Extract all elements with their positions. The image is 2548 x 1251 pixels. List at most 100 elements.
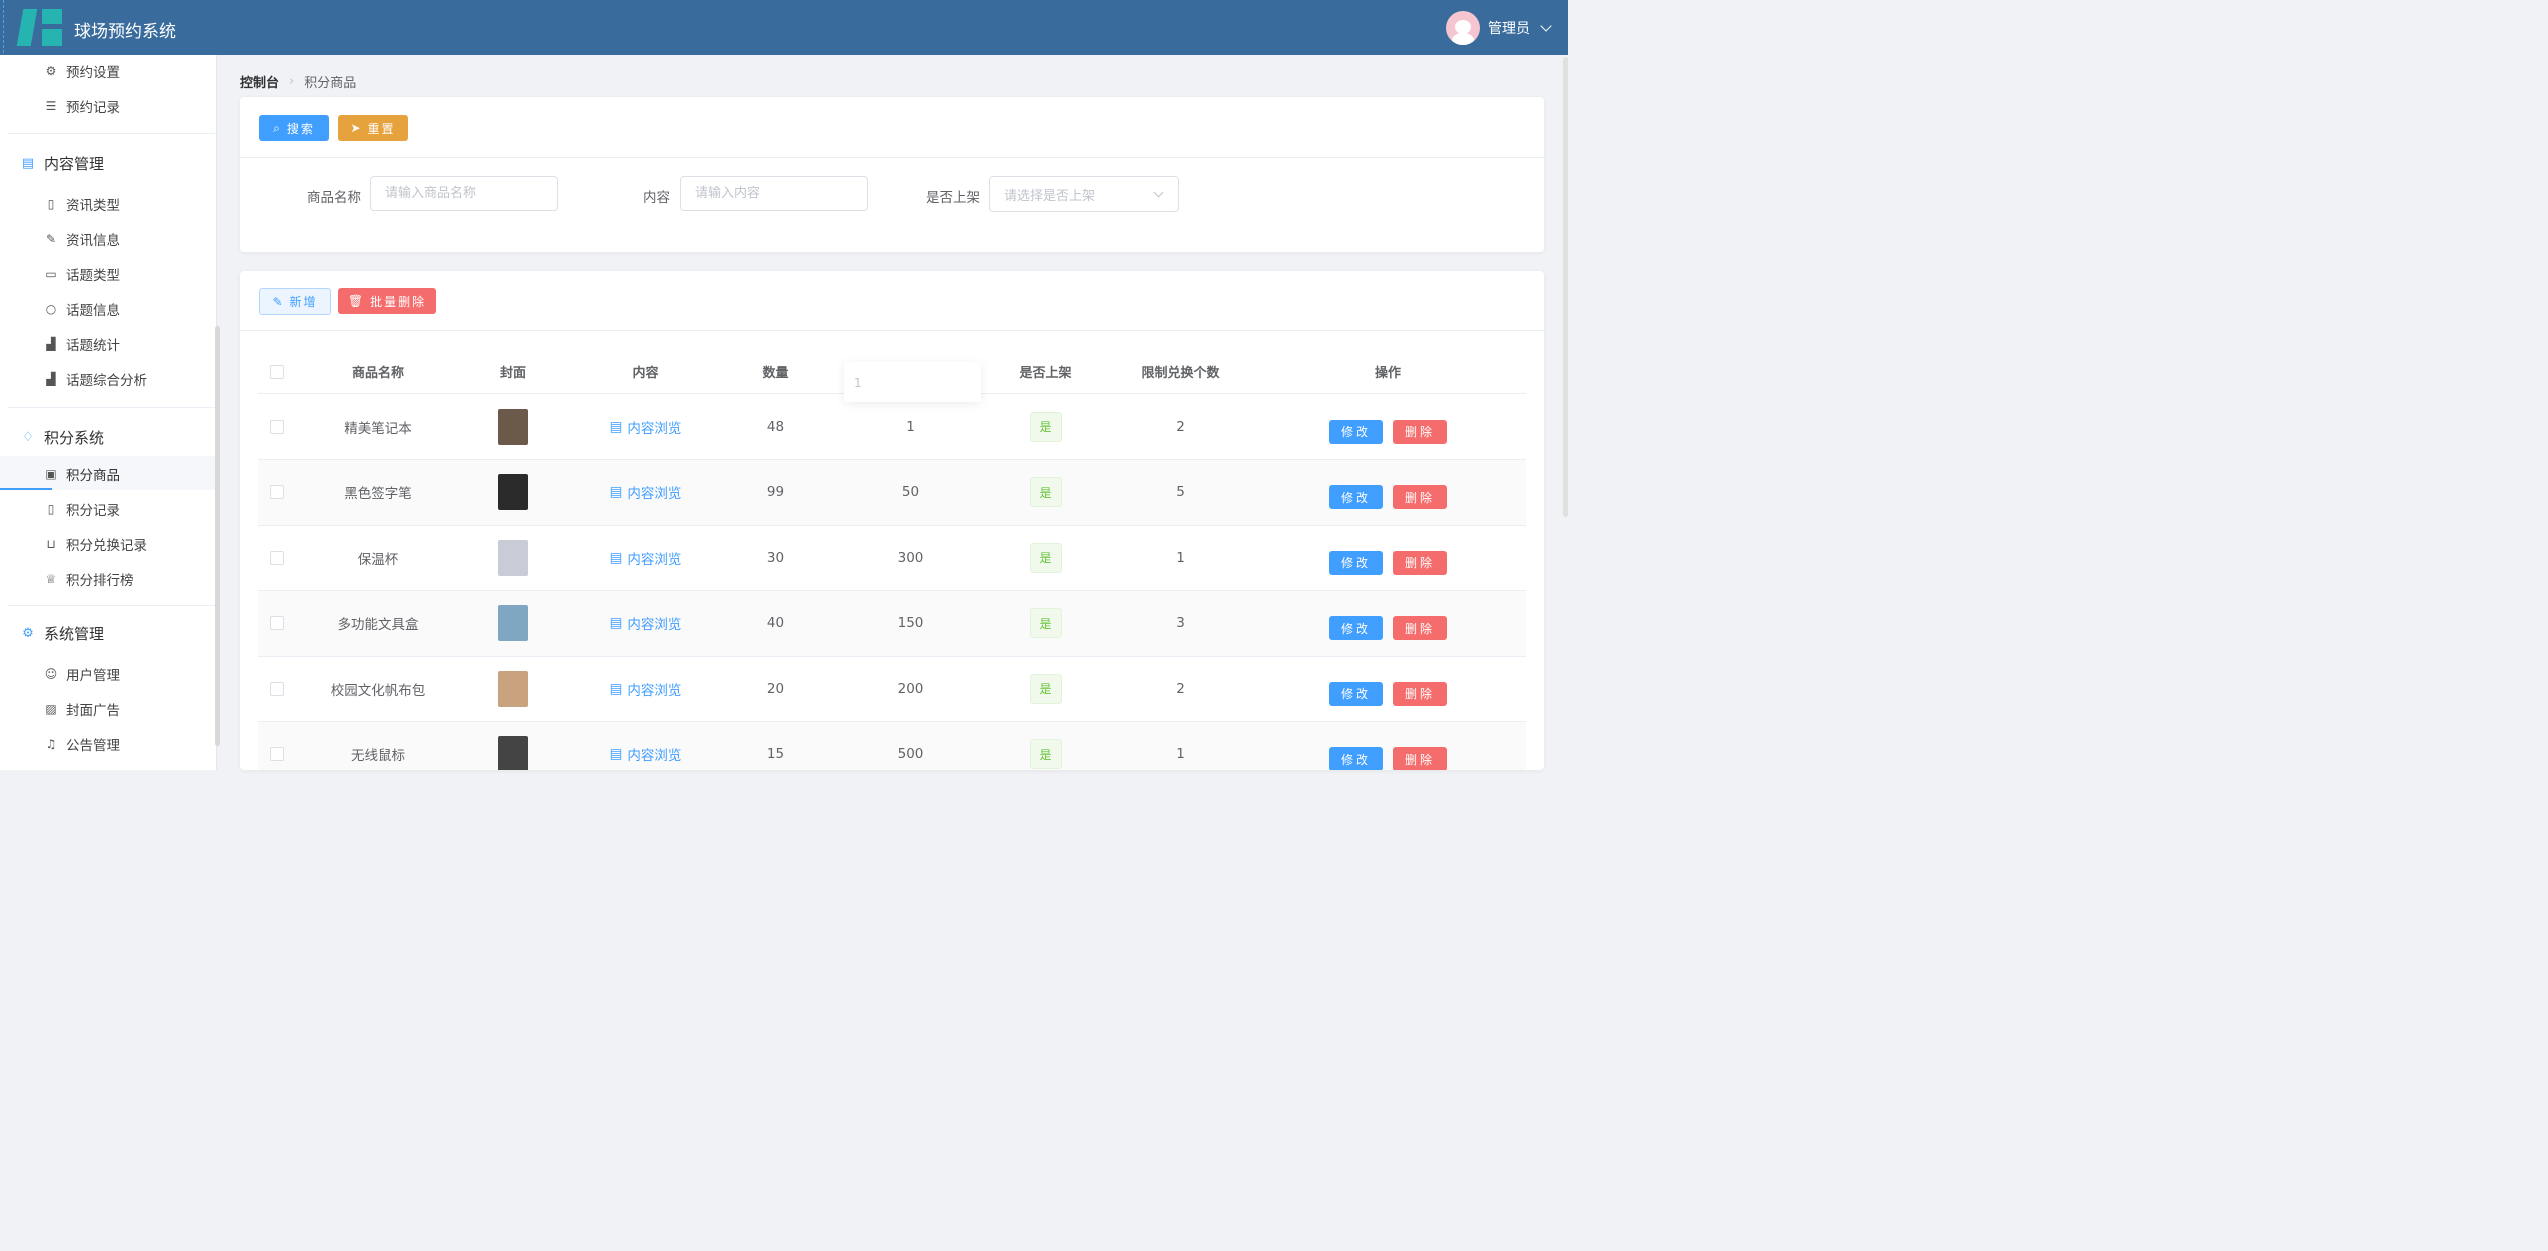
- edit-button[interactable]: 修改: [1329, 419, 1383, 444]
- onsale-cell: 是: [993, 591, 1098, 656]
- col-limit[interactable]: 限制兑换个数: [1113, 350, 1248, 393]
- content-view-link[interactable]: ▤ 内容浏览: [610, 679, 682, 699]
- sidebar-item-points-ranking[interactable]: ♕ 积分排行榜: [44, 562, 134, 596]
- sidebar-item-points-exchange[interactable]: ⊔ 积分兑换记录: [44, 527, 147, 561]
- onsale-cell: 是: [993, 656, 1098, 721]
- sidebar-item-news-info[interactable]: ✎ 资讯信息: [44, 222, 120, 256]
- cover-image[interactable]: [498, 736, 528, 770]
- cover-image[interactable]: [498, 408, 528, 445]
- col-onsale[interactable]: 是否上架: [993, 350, 1098, 393]
- sidebar-item-label: 资讯信息: [66, 233, 120, 249]
- chevron-down-icon: [1153, 187, 1164, 198]
- table-row[interactable]: 无线鼠标 ▤ 内容浏览 15 500 是 1 修改 删除: [258, 721, 1526, 771]
- product-name: 校园文化帆布包: [330, 682, 426, 699]
- cover-image[interactable]: [498, 539, 528, 576]
- sidebar-item-label: 话题类型: [66, 268, 120, 284]
- user-menu[interactable]: 管理员: [1446, 11, 1552, 45]
- name-field-label: 商品名称: [307, 190, 361, 206]
- breadcrumb-home[interactable]: 控制台: [240, 72, 279, 91]
- row-checkbox[interactable]: [270, 550, 284, 565]
- edit-button[interactable]: 修改: [1329, 550, 1383, 575]
- sidebar-group-points[interactable]: ♢ 积分系统: [20, 417, 104, 457]
- add-button[interactable]: ✎ 新增: [259, 288, 331, 315]
- quantity: 99: [766, 484, 785, 500]
- quantity: 48: [766, 418, 785, 435]
- presentation-icon: ▟: [46, 372, 56, 386]
- picture-icon: ▨: [45, 702, 57, 716]
- sidebar-item-points-records[interactable]: ▯ 积分记录: [44, 492, 120, 526]
- sidebar-item-booking-records[interactable]: ☰ 预约记录: [44, 89, 120, 123]
- select-all-checkbox[interactable]: [270, 364, 284, 379]
- table-row[interactable]: 黑色签字笔 ▤ 内容浏览 99 50 是 5 修改 删除: [258, 459, 1526, 526]
- col-quantity[interactable]: 数量: [723, 350, 828, 393]
- sidebar-item-news-type[interactable]: ▯ 资讯类型: [44, 187, 120, 221]
- reset-button[interactable]: ➤ 重置: [338, 115, 408, 141]
- table-row[interactable]: 保温杯 ▤ 内容浏览 30 300 是 1 修改 删除: [258, 525, 1526, 591]
- content-view-link[interactable]: ▤ 内容浏览: [610, 744, 682, 764]
- content-input[interactable]: [680, 176, 868, 211]
- chevron-right-icon: ›: [289, 74, 295, 89]
- product-name: 保温杯: [357, 551, 399, 568]
- notebook-icon: ▯: [47, 502, 55, 516]
- user-icon: ☺: [44, 667, 58, 681]
- edit-button[interactable]: 修改: [1329, 616, 1383, 640]
- table-row[interactable]: 校园文化帆布包 ▤ 内容浏览 20 200 是 2 修改 删除: [258, 656, 1526, 722]
- content-view-link[interactable]: ▤ 内容浏览: [610, 482, 682, 502]
- sidebar-item-topic-type[interactable]: ▭ 话题类型: [44, 257, 120, 291]
- sidebar-divider: [8, 605, 215, 606]
- sidebar-item-user-management[interactable]: ☺ 用户管理: [44, 657, 120, 691]
- gear-icon: ⚙: [45, 64, 57, 78]
- delete-button[interactable]: 删除: [1393, 747, 1447, 770]
- table-row[interactable]: 多功能文具盒 ▤ 内容浏览 40 150 是 3 修改 删除: [258, 590, 1526, 657]
- edit-button[interactable]: 修改: [1329, 681, 1383, 706]
- sidebar-item-label: 公告管理: [66, 738, 120, 754]
- table-row[interactable]: 精美笔记本 ▤ 内容浏览 48 1 是 2 修改 删除: [258, 394, 1526, 460]
- onsale-cell: 是: [993, 525, 1098, 590]
- delete-button[interactable]: 删除: [1393, 419, 1447, 444]
- sidebar-group-system[interactable]: ⚙ 系统管理: [20, 613, 104, 653]
- content-view-link[interactable]: ▤ 内容浏览: [610, 613, 682, 633]
- sidebar-item-topic-stats[interactable]: ▟ 话题统计: [44, 327, 120, 361]
- sidebar-item-announcements[interactable]: ♫ 公告管理: [44, 727, 120, 761]
- batch-delete-button[interactable]: 🗑 批量删除: [338, 288, 436, 314]
- content-view-link[interactable]: ▤ 内容浏览: [610, 548, 682, 568]
- sidebar-item-topic-analysis[interactable]: ▟ 话题综合分析: [44, 362, 147, 396]
- cover-image[interactable]: [498, 605, 528, 641]
- product-name: 多功能文具盒: [337, 617, 419, 633]
- row-checkbox[interactable]: [270, 616, 284, 630]
- content-cell: ▤ 内容浏览: [578, 460, 713, 525]
- sidebar-group-content[interactable]: ▤ 内容管理: [20, 143, 104, 183]
- cover-image[interactable]: [498, 474, 528, 510]
- delete-button[interactable]: 删除: [1393, 550, 1447, 575]
- col-name[interactable]: 商品名称: [308, 350, 448, 393]
- delete-button[interactable]: 删除: [1393, 681, 1447, 706]
- edit-button[interactable]: 修改: [1329, 485, 1383, 509]
- sidebar-scrollbar[interactable]: [215, 326, 220, 746]
- delete-button[interactable]: 删除: [1393, 616, 1447, 640]
- points-value: 500: [897, 746, 924, 762]
- sidebar-item-topic-info[interactable]: ○ 话题信息: [44, 292, 120, 326]
- onsale-field-label: 是否上架: [926, 190, 980, 206]
- quantity: 20: [766, 680, 785, 697]
- top-header: 球场预约系统 管理员: [0, 0, 1568, 55]
- content-view-link[interactable]: ▤ 内容浏览: [610, 417, 682, 437]
- row-checkbox[interactable]: [270, 485, 284, 499]
- cover-cell: [458, 591, 568, 656]
- row-checkbox[interactable]: [270, 419, 284, 434]
- onsale-badge: 是: [1029, 673, 1062, 704]
- sidebar-item-points-products[interactable]: ▣ 积分商品: [44, 457, 120, 491]
- sidebar-item-label: 话题统计: [66, 338, 120, 354]
- row-checkbox[interactable]: [270, 681, 284, 696]
- sidebar-item-cover-ads[interactable]: ▨ 封面广告: [44, 692, 120, 726]
- page-scrollbar[interactable]: [1563, 57, 1568, 517]
- sidebar-item-booking-settings[interactable]: ⚙ 预约设置: [44, 54, 120, 88]
- delete-button[interactable]: 删除: [1393, 485, 1447, 509]
- onsale-select[interactable]: 请选择是否上架: [989, 176, 1179, 212]
- exchange-limit: 1: [1176, 549, 1185, 566]
- onsale-cell: 是: [993, 722, 1098, 771]
- row-checkbox[interactable]: [270, 747, 284, 761]
- edit-button[interactable]: 修改: [1329, 747, 1383, 770]
- cover-image[interactable]: [498, 670, 528, 707]
- search-button[interactable]: ⌕ 搜索: [259, 115, 329, 141]
- product-name-input[interactable]: [370, 176, 558, 211]
